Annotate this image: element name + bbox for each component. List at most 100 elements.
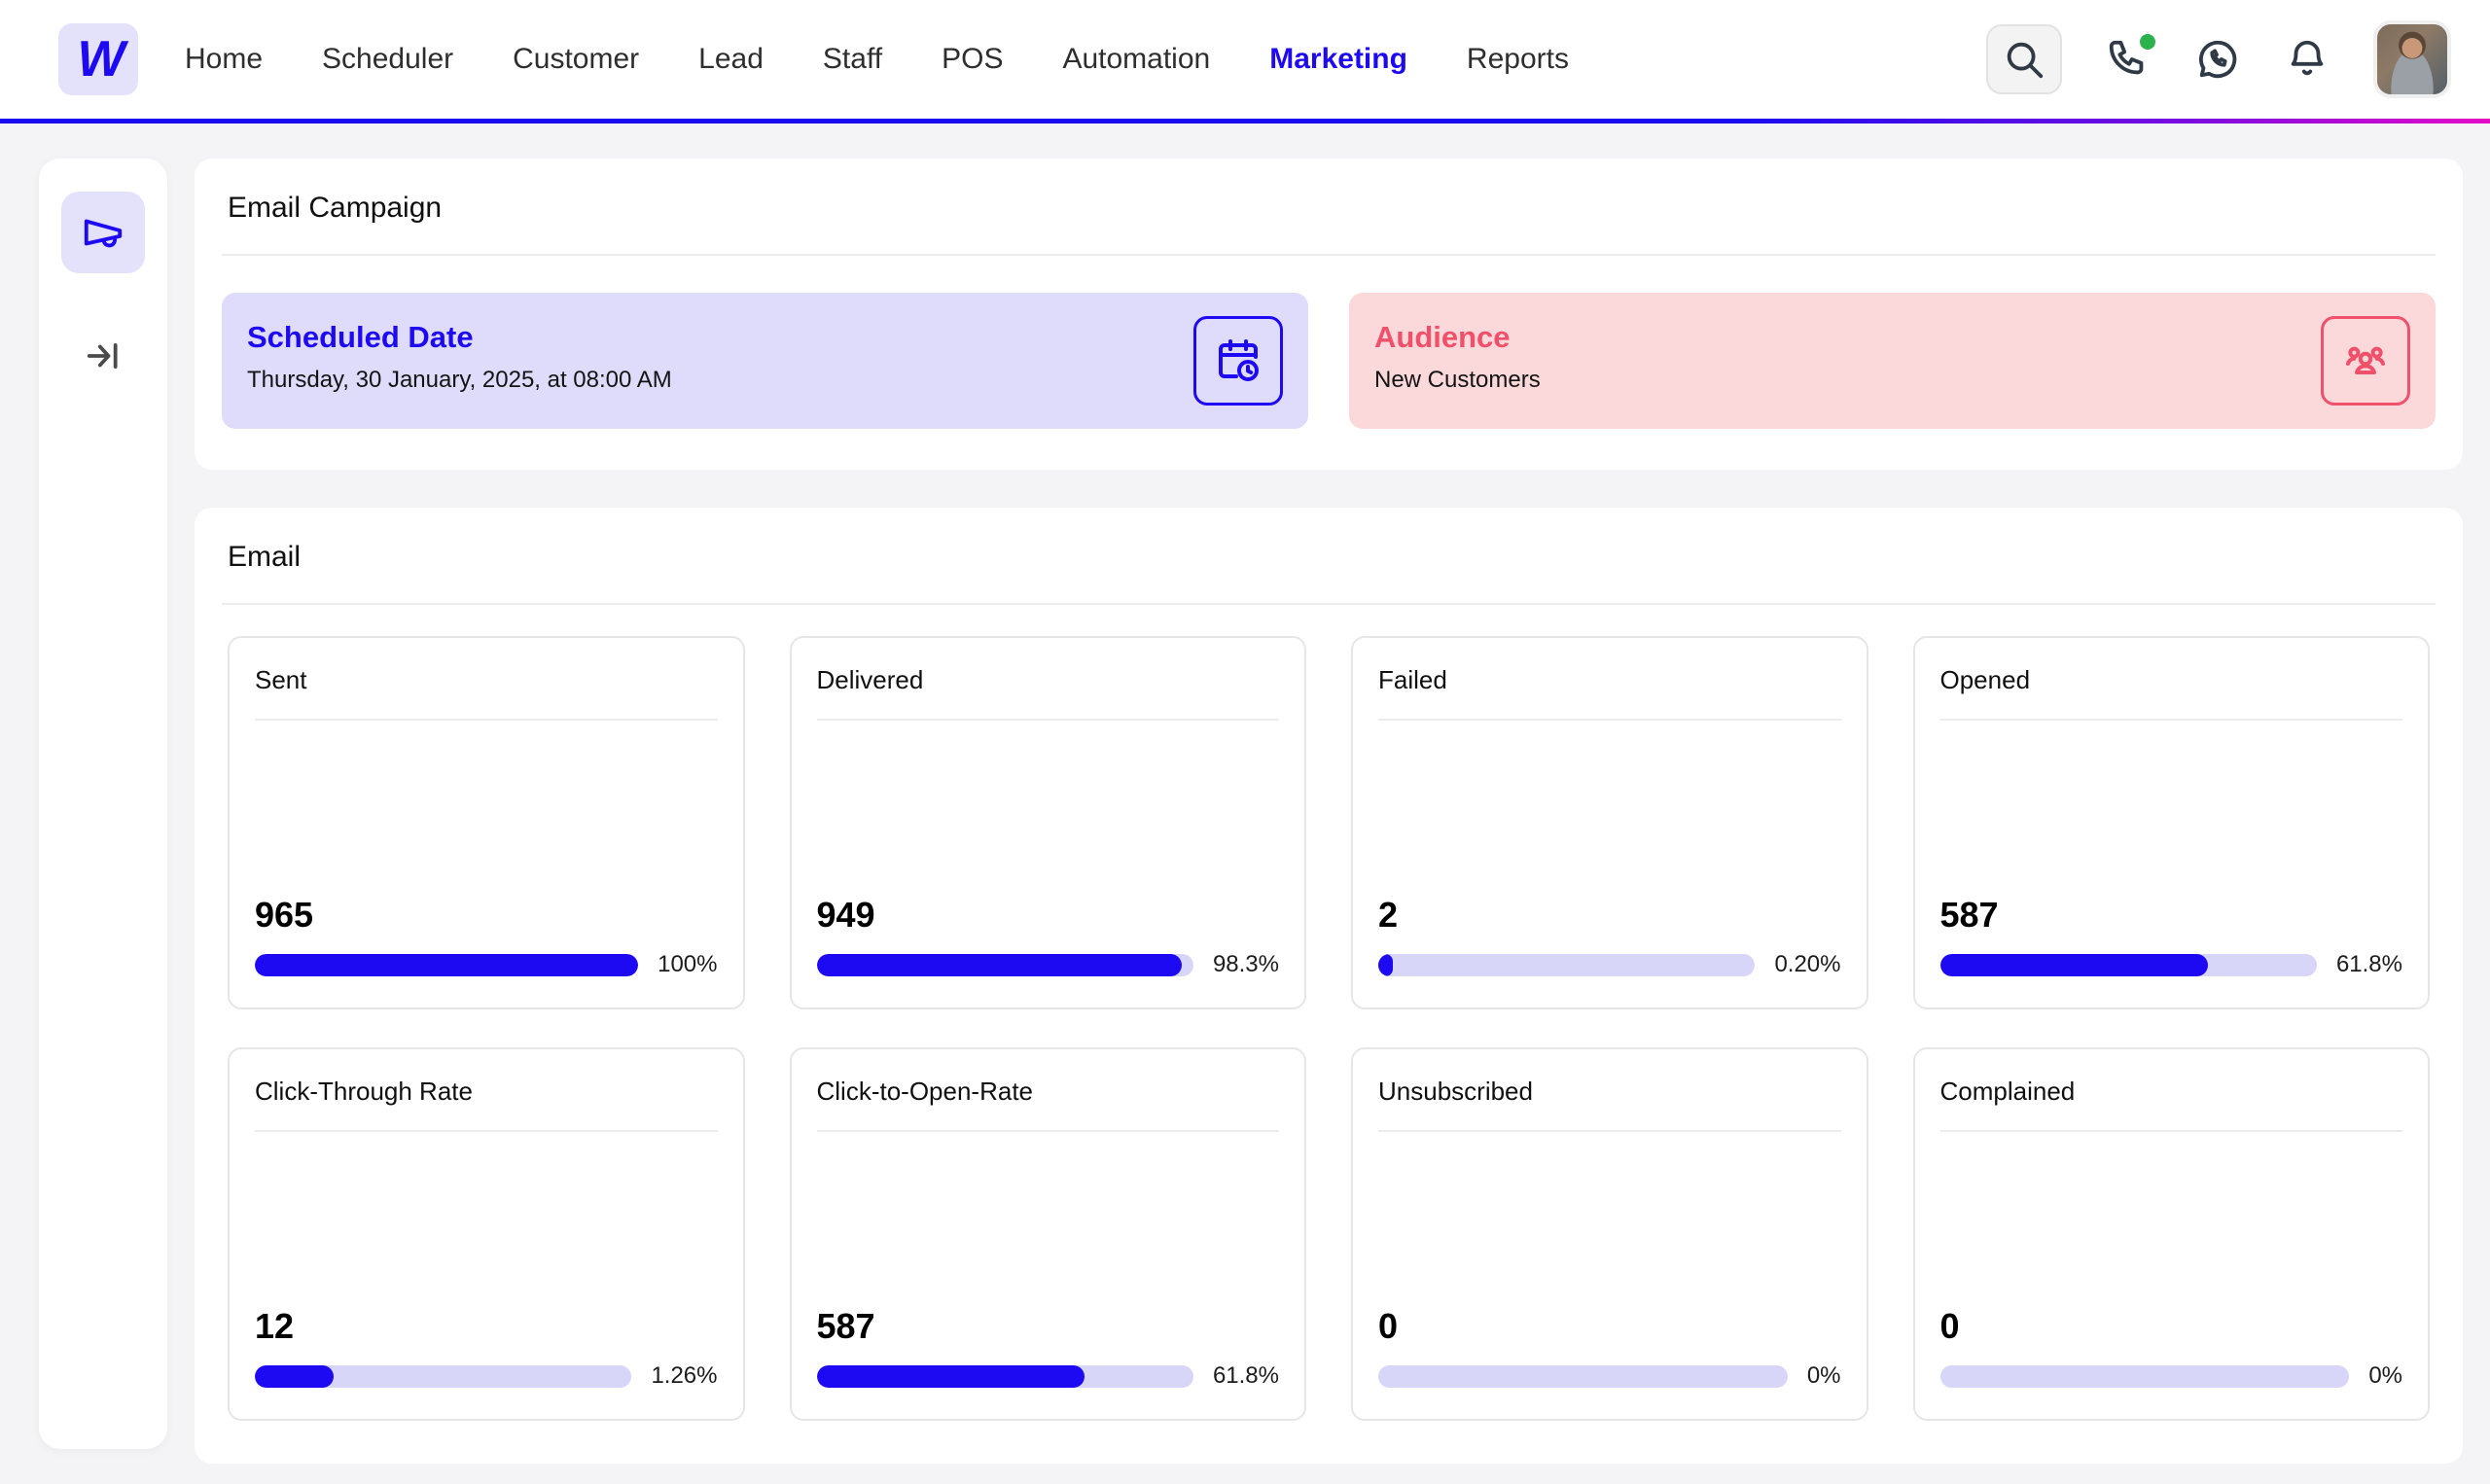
audience-button[interactable] [2321, 316, 2410, 406]
metric-card-delivered: Delivered 949 98.3% [789, 636, 1306, 1009]
metric-label: Opened [1939, 665, 2031, 694]
metric-card-opened: Opened 587 61.8% [1912, 636, 2430, 1009]
progress-fill [816, 953, 1183, 976]
divider [222, 254, 2436, 256]
progress-row: 61.8% [1939, 951, 2402, 978]
email-metrics-grid: Sent 965 100% Delivered 949 98.3% Failed… [222, 636, 2436, 1421]
nav-scheduler[interactable]: Scheduler [322, 43, 453, 76]
progress-row: 0.20% [1378, 951, 1841, 978]
metric-card-click-through-rate: Click-Through Rate 12 1.26% [228, 1047, 745, 1421]
metric-percent: 1.26% [651, 1362, 718, 1389]
metric-card-sent: Sent 965 100% [228, 636, 745, 1009]
calendar-clock-icon [1219, 339, 1259, 381]
user-avatar[interactable] [2373, 20, 2451, 98]
header-gradient-divider [0, 119, 2490, 124]
progress-row: 61.8% [816, 1362, 1279, 1390]
nav-marketing[interactable]: Marketing [1269, 43, 1407, 76]
progress-row: 98.3% [816, 951, 1279, 978]
bell-icon [2291, 40, 2324, 76]
progress-track [255, 953, 639, 976]
metric-percent: 0% [1806, 1362, 1841, 1389]
nav-pos[interactable]: POS [942, 43, 1003, 76]
metric-label: Delivered [816, 665, 924, 694]
audience-card: Audience New Customers [1349, 293, 2436, 429]
nav-reports[interactable]: Reports [1467, 43, 1569, 76]
calendar-clock-button[interactable] [1193, 316, 1283, 406]
app-logo[interactable]: W [58, 23, 138, 95]
progress-fill [255, 953, 639, 976]
metric-percent: 0% [2368, 1362, 2402, 1389]
page: W Home Scheduler Customer Lead Staff POS… [0, 0, 2490, 1484]
audience-text: Audience New Customers [1374, 314, 1541, 394]
email-campaign-panel: Email Campaign Scheduled Date Thursday, … [195, 159, 2463, 470]
metric-percent: 61.8% [1212, 1362, 1279, 1389]
progress-track [816, 1364, 1193, 1388]
campaign-cards: Scheduled Date Thursday, 30 January, 202… [222, 293, 2436, 429]
progress-track [816, 953, 1193, 976]
metric-percent: 0.20% [1774, 951, 1841, 977]
metric-percent: 98.3% [1212, 951, 1279, 977]
metric-card-complained: Complained 0 0% [1912, 1047, 2430, 1421]
metric-value: 0 [1378, 1306, 1399, 1346]
metric-label: Click-Through Rate [255, 1077, 473, 1106]
metric-card-failed: Failed 2 0.20% [1351, 636, 1868, 1009]
scheduled-date-card: Scheduled Date Thursday, 30 January, 202… [222, 293, 1308, 429]
nav-home[interactable]: Home [185, 43, 263, 76]
search-button[interactable] [1986, 24, 2062, 94]
audience-value: New Customers [1374, 367, 1541, 393]
metric-card-click-to-open-rate: Click-to-Open-Rate 587 61.8% [789, 1047, 1306, 1421]
scheduled-date-title: Scheduled Date [247, 320, 474, 354]
whatsapp-button[interactable] [2194, 36, 2241, 83]
metric-value: 12 [255, 1306, 295, 1346]
top-navbar: W Home Scheduler Customer Lead Staff POS… [0, 0, 2490, 119]
nav-customer[interactable]: Customer [513, 43, 639, 76]
metric-label: Sent [255, 665, 307, 694]
nav-automation[interactable]: Automation [1062, 43, 1210, 76]
progress-row: 1.26% [255, 1362, 718, 1390]
online-status-dot [2140, 34, 2155, 50]
email-panel: Email Sent 965 100% Delivered 949 98.3% … [195, 508, 2463, 1464]
nav-lead[interactable]: Lead [698, 43, 764, 76]
progress-row: 100% [255, 951, 718, 978]
progress-track [1939, 1364, 2350, 1388]
megaphone-icon [84, 219, 123, 248]
metric-percent: 100% [658, 951, 718, 977]
scheduled-date-text: Scheduled Date Thursday, 30 January, 202… [247, 314, 672, 394]
metric-percent: 61.8% [2335, 951, 2402, 977]
sidebar-expand-button[interactable] [85, 337, 122, 379]
nav-staff[interactable]: Staff [823, 43, 882, 76]
whatsapp-icon [2198, 40, 2237, 79]
users-icon [2346, 346, 2385, 374]
metric-card-unsubscribed: Unsubscribed 0 0% [1351, 1047, 1868, 1421]
arrow-to-bar-icon [87, 343, 118, 369]
search-icon [2001, 36, 2047, 83]
email-campaign-title: Email Campaign [228, 192, 443, 224]
main-nav: Home Scheduler Customer Lead Staff POS A… [185, 43, 1569, 76]
audience-title: Audience [1374, 320, 1511, 354]
progress-row: 0% [1939, 1362, 2402, 1390]
progress-fill [255, 1364, 335, 1388]
sidebar [39, 159, 167, 1449]
metric-label: Complained [1939, 1077, 2076, 1106]
metric-label: Click-to-Open-Rate [816, 1077, 1034, 1106]
progress-track [1939, 953, 2317, 976]
sidebar-item-campaigns[interactable] [61, 192, 145, 273]
divider [222, 603, 2436, 605]
progress-track [1378, 1364, 1788, 1388]
logo-letter: W [77, 31, 124, 88]
metric-label: Unsubscribed [1378, 1077, 1533, 1106]
progress-fill [1939, 953, 2208, 976]
progress-row: 0% [1378, 1362, 1841, 1390]
progress-fill [816, 1364, 1085, 1388]
notifications-button[interactable] [2284, 36, 2330, 83]
metric-value: 965 [255, 895, 314, 935]
progress-track [1378, 953, 1756, 976]
scheduled-date-value: Thursday, 30 January, 2025, at 08:00 AM [247, 367, 672, 393]
metric-value: 587 [1939, 895, 1999, 935]
phone-button[interactable] [2105, 34, 2155, 83]
progress-track [255, 1364, 632, 1388]
header-actions [1986, 20, 2451, 98]
metric-value: 587 [816, 1306, 875, 1346]
metric-value: 2 [1378, 895, 1399, 935]
main-content: Email Campaign Scheduled Date Thursday, … [195, 159, 2463, 1464]
